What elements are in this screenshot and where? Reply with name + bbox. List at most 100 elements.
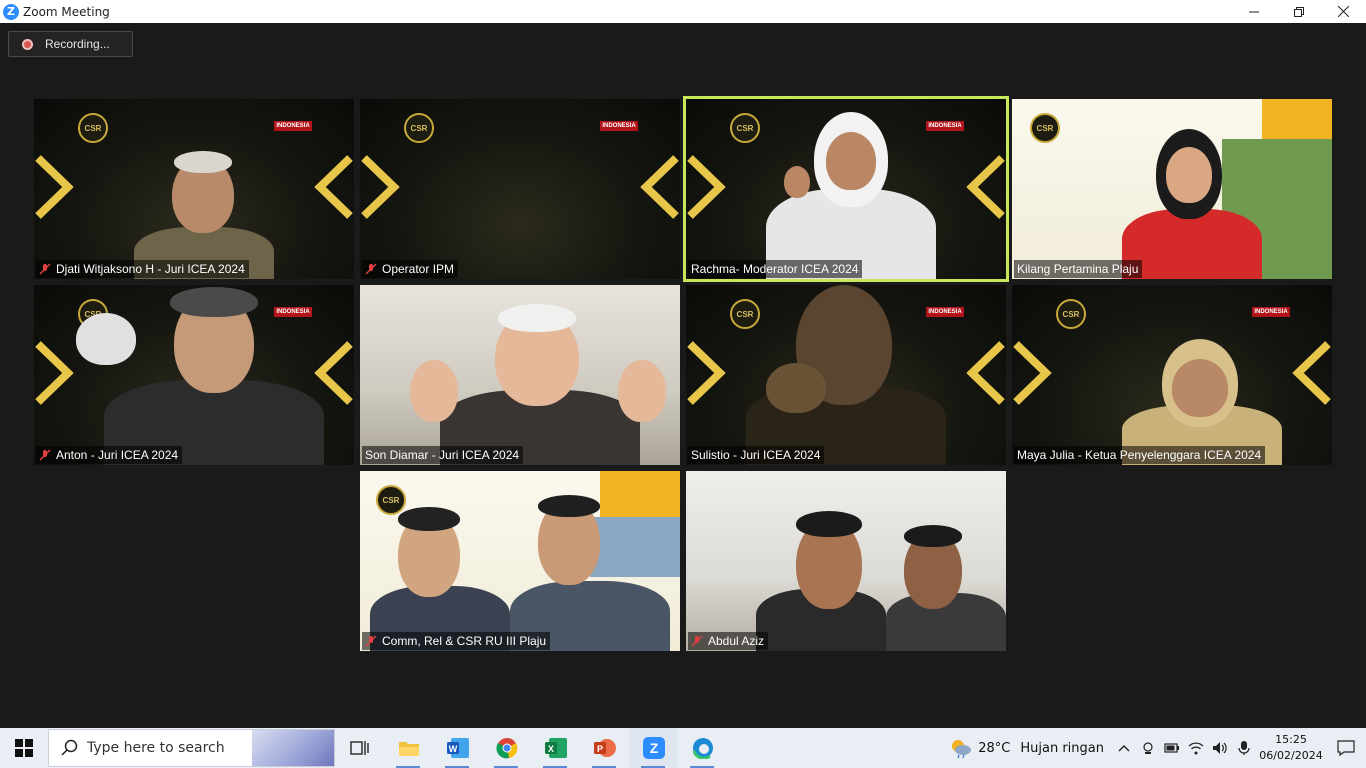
svg-text:Z: Z (649, 740, 658, 756)
chrome-icon (495, 738, 517, 759)
weather-temp: 28°C (978, 740, 1011, 756)
webcam-icon (1143, 742, 1153, 754)
video-tile[interactable]: CSR INDONESIA Djati Witjaksono H - Juri … (34, 99, 354, 279)
participant-name: Sulistio - Juri ICEA 2024 (691, 448, 821, 462)
sponsor-logo: INDONESIA (600, 121, 638, 131)
powerpoint-icon: P (593, 739, 616, 757)
weather-condition: Hujan ringan (1020, 740, 1104, 756)
participant-video (746, 285, 946, 465)
participant-name: Operator IPM (382, 262, 455, 276)
file-explorer-icon (398, 742, 419, 756)
notification-center-button[interactable] (1326, 728, 1366, 768)
chevron-left-icon (966, 341, 1005, 405)
system-tray: 28°C Hujan ringan 15:25 06/02/2024 (950, 728, 1366, 768)
participant-name: Anton - Juri ICEA 2024 (56, 448, 179, 462)
participant-nameplate: Son Diamar - Juri ICEA 2024 (362, 446, 524, 464)
recording-dot-icon (22, 38, 33, 50)
csr-badge: CSR (1056, 299, 1086, 329)
minimize-button[interactable] (1231, 0, 1276, 23)
participant-video (64, 285, 324, 465)
video-tile[interactable]: Abdul Aziz (686, 471, 1006, 651)
video-tile[interactable]: CSR Kilang Pertamina Plaju (1012, 99, 1332, 279)
wifi-icon (1188, 742, 1204, 755)
participant-name: Abdul Aziz (708, 634, 765, 648)
microphone-button[interactable] (1232, 728, 1256, 768)
tray-meet-now-button[interactable] (1136, 728, 1160, 768)
microphone-icon (1238, 741, 1250, 755)
video-tile-active-speaker[interactable]: CSR INDONESIA Rachma- Moderator ICEA 202… (683, 96, 1009, 282)
restore-button[interactable] (1276, 0, 1321, 23)
volume-button[interactable] (1208, 728, 1232, 768)
sponsor-logo: INDONESIA (274, 121, 312, 131)
edge-icon (692, 738, 713, 759)
clock-date: 06/02/2024 (1259, 749, 1323, 762)
start-button[interactable] (0, 728, 48, 768)
participant-video (766, 104, 936, 279)
chevron-right-icon (1013, 341, 1052, 405)
weather-widget[interactable]: 28°C Hujan ringan (950, 738, 1104, 758)
participant-name: Son Diamar - Juri ICEA 2024 (365, 448, 520, 462)
csr-badge: CSR (78, 113, 108, 143)
participant-nameplate: Anton - Juri ICEA 2024 (36, 446, 183, 464)
task-view-icon (349, 741, 369, 755)
title-bar: Z Zoom Meeting (0, 0, 1366, 23)
show-hidden-icons-button[interactable] (1112, 728, 1136, 768)
mic-muted-icon (365, 635, 377, 647)
network-button[interactable] (1184, 728, 1208, 768)
video-tile[interactable]: CSR INDONESIA Anton - Juri ICEA 2024 (34, 285, 354, 465)
chrome-button[interactable] (482, 728, 531, 768)
excel-button[interactable]: X (531, 728, 580, 768)
participant-nameplate: Kilang Pertamina Plaju (1014, 260, 1143, 278)
chevron-left-icon (314, 155, 353, 219)
excel-icon: X (544, 738, 567, 758)
clock[interactable]: 15:25 06/02/2024 (1256, 732, 1326, 764)
search-icon (61, 739, 78, 756)
participant-video (390, 290, 680, 465)
speaker-icon (1213, 742, 1227, 754)
taskbar: Type here to search W X P Z 28°C Hujan r… (0, 728, 1366, 768)
close-button[interactable] (1321, 0, 1366, 23)
chevron-right-icon (687, 155, 726, 219)
edge-button[interactable] (678, 728, 727, 768)
participant-video (1122, 119, 1262, 279)
chevron-left-icon (966, 155, 1005, 219)
svg-text:W: W (448, 744, 457, 754)
powerpoint-button[interactable]: P (580, 728, 629, 768)
zoom-button[interactable]: Z (629, 728, 678, 768)
window-controls (1231, 0, 1366, 23)
video-tile[interactable]: CSR INDONESIA Operator IPM (360, 99, 680, 279)
zoom-logo-icon: Z (3, 3, 19, 20)
participant-name: Comm, Rel & CSR RU III Plaju (382, 634, 547, 648)
participant-name: Maya Julia - Ketua Penyelenggara ICEA 20… (1017, 448, 1262, 462)
video-tile[interactable]: CSR INDONESIA Sulistio - Juri ICEA 2024 (686, 285, 1006, 465)
video-tile[interactable]: Son Diamar - Juri ICEA 2024 (360, 285, 680, 465)
battery-button[interactable] (1160, 728, 1184, 768)
word-button[interactable]: W (433, 728, 482, 768)
search-placeholder: Type here to search (87, 740, 225, 756)
video-tile[interactable]: CSR INDONESIA Maya Julia - Ketua Penyele… (1012, 285, 1332, 465)
task-view-button[interactable] (335, 728, 384, 768)
video-tile[interactable]: CSR Comm, Rel & CSR RU III Plaju (360, 471, 680, 651)
word-icon: W (446, 738, 469, 758)
meeting-gallery: Recording... CSR INDONESIA Djati Witjaks… (0, 23, 1366, 728)
participant-nameplate: Abdul Aziz (688, 632, 769, 650)
close-icon (1338, 6, 1349, 17)
weather-rain-icon (952, 740, 972, 758)
csr-badge: CSR (1030, 113, 1060, 143)
participant-nameplate: Comm, Rel & CSR RU III Plaju (362, 632, 551, 650)
sponsor-logo: INDONESIA (1252, 307, 1290, 317)
mic-muted-icon (39, 263, 51, 275)
minimize-icon (1248, 11, 1259, 12)
svg-text:X: X (547, 744, 553, 754)
participant-name: Kilang Pertamina Plaju (1017, 262, 1139, 276)
recording-indicator[interactable]: Recording... (8, 31, 133, 57)
file-explorer-button[interactable] (384, 728, 433, 768)
participant-video (360, 491, 680, 651)
search-highlight-image (252, 730, 334, 766)
battery-icon (1164, 743, 1179, 753)
clock-time: 15:25 (1275, 733, 1307, 746)
windows-logo-icon (15, 739, 33, 757)
taskbar-search-box[interactable]: Type here to search (48, 729, 335, 767)
participant-name: Rachma- Moderator ICEA 2024 (691, 262, 859, 276)
mic-muted-icon (365, 263, 377, 275)
